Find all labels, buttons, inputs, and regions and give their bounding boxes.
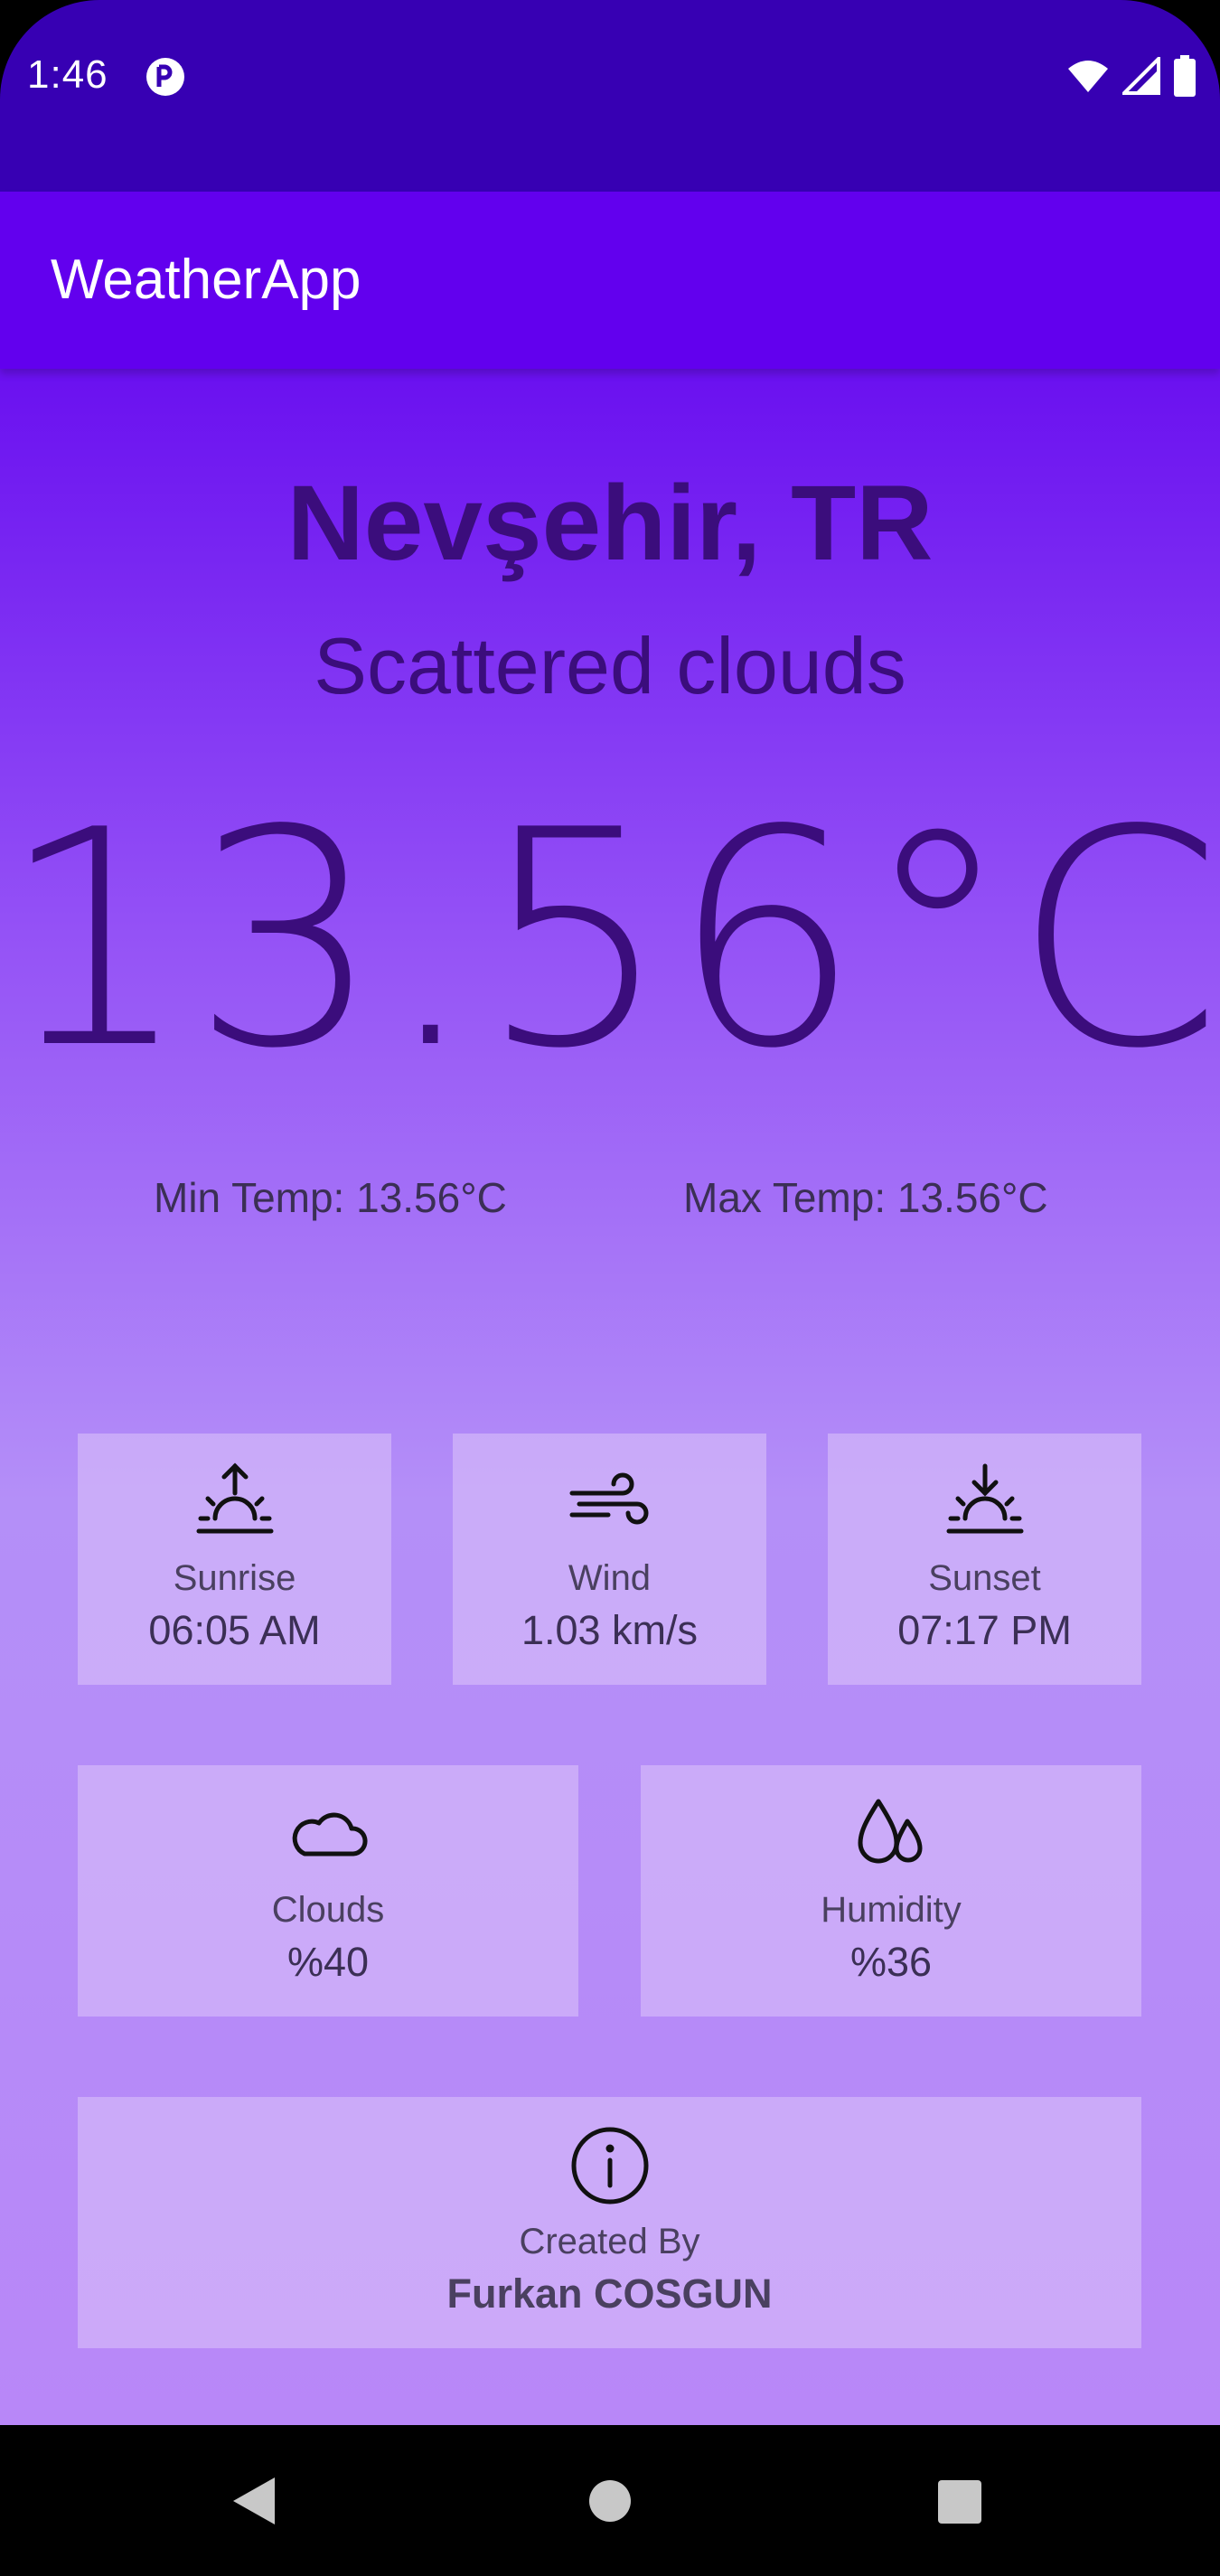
current-temperature: 13.56°C [0, 766, 1220, 1114]
sunrise-icon [196, 1462, 273, 1534]
credits-label: Created By [519, 2222, 700, 2261]
cell-signal-icon [1122, 57, 1160, 95]
clouds-label: Clouds [271, 1890, 385, 1930]
wind-card: Wind 1.03 km/s [453, 1434, 766, 1685]
humidity-label: Humidity [821, 1890, 962, 1930]
weather-description: Scattered clouds [314, 621, 906, 710]
humidity-card: Humidity %36 [641, 1765, 1141, 2017]
humidity-value: %36 [849, 1939, 933, 1985]
status-bar: 1:46 [0, 0, 1220, 192]
sunset-card: Sunset 07:17 PM [828, 1434, 1141, 1685]
credits-card: Created By Furkan COSGUN [78, 2097, 1141, 2348]
wind-label: Wind [568, 1558, 652, 1598]
status-time: 1:46 [27, 52, 108, 97]
app-title: WeatherApp [51, 249, 361, 311]
app-bar: WeatherApp [0, 192, 1220, 369]
status-icons [1066, 54, 1197, 98]
humidity-icon [858, 1799, 923, 1864]
weather-content: Nevşehir, TR Scattered clouds 13.56°C Mi… [0, 369, 1220, 2425]
clouds-value: %40 [286, 1939, 370, 1985]
credits-author: Furkan COSGUN [446, 2270, 773, 2317]
sunrise-card: Sunrise 06:05 AM [78, 1434, 391, 1685]
wind-icon [569, 1472, 648, 1525]
cloud-icon [292, 1812, 368, 1857]
navigation-bar [0, 2425, 1220, 2576]
min-temp: Min Temp: 13.56°C [154, 1174, 507, 1221]
back-icon[interactable] [231, 2476, 277, 2526]
home-icon[interactable] [588, 2479, 632, 2523]
notification-icon [146, 58, 184, 96]
sunrise-value: 06:05 AM [148, 1607, 321, 1653]
sunset-label: Sunset [928, 1558, 1041, 1598]
sunset-value: 07:17 PM [897, 1607, 1072, 1653]
city-name: Nevşehir, TR [286, 464, 934, 583]
info-icon [571, 2127, 648, 2205]
phone-screen: 1:46 WeatherApp Nevşehir, TR Scattered c… [0, 0, 1220, 2576]
battery-icon [1174, 55, 1196, 97]
recents-icon[interactable] [938, 2480, 981, 2524]
wind-value: 1.03 km/s [521, 1607, 699, 1653]
clouds-card: Clouds %40 [78, 1765, 578, 2017]
max-temp: Max Temp: 13.56°C [683, 1174, 1048, 1221]
sunset-icon [946, 1463, 1023, 1534]
wifi-icon [1068, 61, 1108, 92]
sunrise-label: Sunrise [173, 1558, 296, 1598]
